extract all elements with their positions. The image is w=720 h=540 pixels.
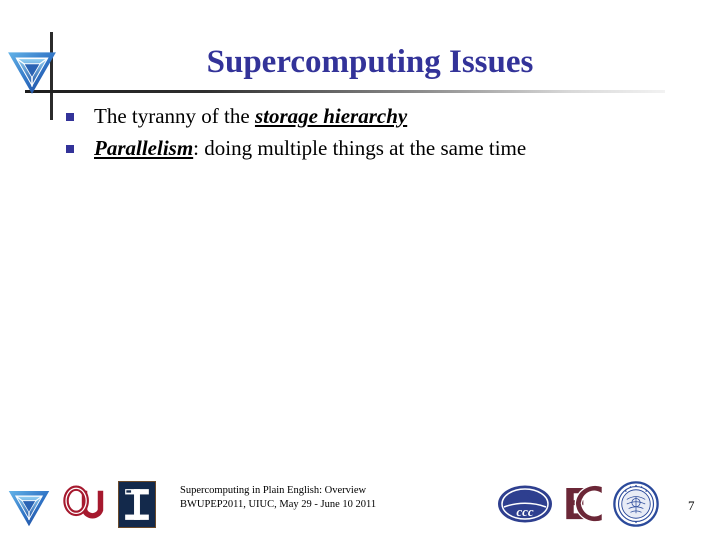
slide-body: The tyranny of the storage hierarchy Par… [66,102,686,166]
ccc-logo-icon: ccc [497,484,553,524]
bullet-square-icon [66,113,74,121]
page-number: 7 [688,498,695,513]
slide: Supercomputing Issues The tyranny of the… [0,0,720,540]
list-item: Parallelism: doing multiple things at th… [66,134,686,163]
illinois-logo-icon [118,481,156,528]
bullet-text-suffix: : doing multiple things at the same time [193,136,527,160]
bullet-text-prefix: The tyranny of the [94,104,255,128]
svg-text:ccc: ccc [516,504,534,519]
bullet-square-icon [66,145,74,153]
bullet-text-emphasis: Parallelism [94,136,194,160]
header-horizontal-rule [25,90,665,93]
bullet-text: The tyranny of the storage hierarchy [94,102,407,131]
oscer-pyramid-logo-footer-icon [6,484,52,528]
earlham-ec-logo-icon [562,483,606,525]
oscer-pyramid-icon [6,44,58,96]
footer-citation: Supercomputing in Plain English: Overvie… [180,484,376,512]
ou-logo-icon [60,484,104,526]
footer-line-2: BWUPEP2011, UIUC, May 29 - June 10 2011 [180,499,377,510]
bullet-text-emphasis: storage hierarchy [254,104,408,128]
university-seal-icon [613,481,659,527]
bullet-text: Parallelism: doing multiple things at th… [94,134,526,163]
slide-title: Supercomputing Issues [206,44,534,80]
footer-line-1: Supercomputing in Plain English: Overvie… [180,485,367,496]
list-item: The tyranny of the storage hierarchy [66,102,686,131]
